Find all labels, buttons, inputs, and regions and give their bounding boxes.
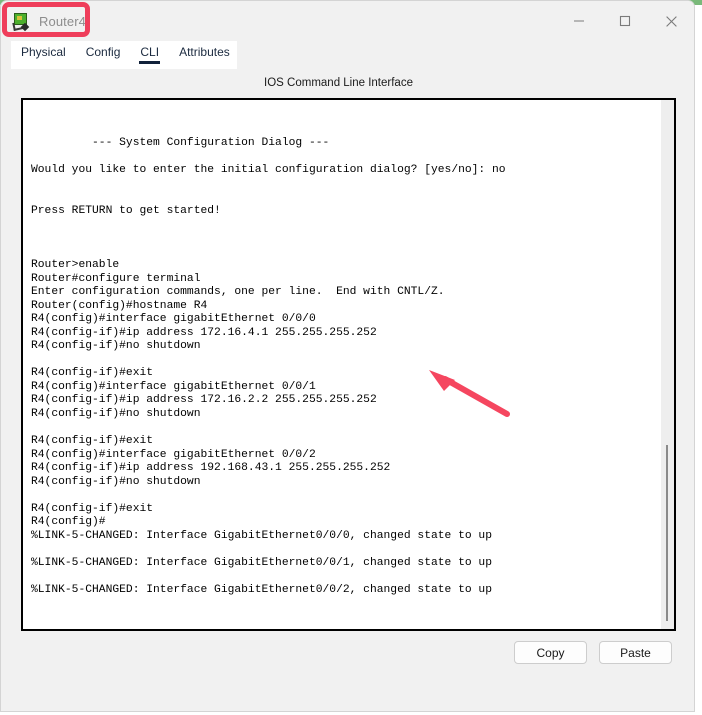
terminal-output[interactable]: --- System Configuration Dialog --- Woul… [23, 100, 674, 629]
window-title: Router4 [39, 13, 86, 29]
router-properties-window: Router4 Physical Config CLI Attributes I… [0, 0, 695, 712]
tab-attributes[interactable]: Attributes [169, 41, 240, 69]
tab-list: Physical Config CLI Attributes [11, 41, 240, 69]
tab-config[interactable]: Config [76, 41, 131, 69]
titlebar-left: Router4 [1, 12, 86, 31]
tab-cli[interactable]: CLI [130, 41, 169, 69]
terminal-container: --- System Configuration Dialog --- Woul… [21, 98, 676, 631]
paste-button[interactable]: Paste [599, 641, 672, 664]
tabstrip: Physical Config CLI Attributes [1, 41, 694, 69]
panel-heading: IOS Command Line Interface [264, 77, 413, 89]
copy-button[interactable]: Copy [514, 641, 587, 664]
cli-panel: IOS Command Line Interface --- System Co… [1, 69, 694, 711]
maximize-icon[interactable] [602, 1, 648, 41]
packet-tracer-device-icon [12, 12, 30, 31]
close-icon[interactable] [648, 1, 694, 41]
window-titlebar: Router4 [1, 1, 694, 41]
terminal-scrollbar[interactable] [661, 100, 674, 629]
tab-physical[interactable]: Physical [11, 41, 76, 69]
terminal-action-buttons: Copy Paste [514, 641, 672, 664]
screenshot-root: Router4 Physical Config CLI Attributes I… [0, 0, 702, 715]
minimize-icon[interactable] [556, 1, 602, 41]
window-controls [556, 1, 694, 41]
terminal-scrollbar-thumb[interactable] [666, 445, 668, 621]
